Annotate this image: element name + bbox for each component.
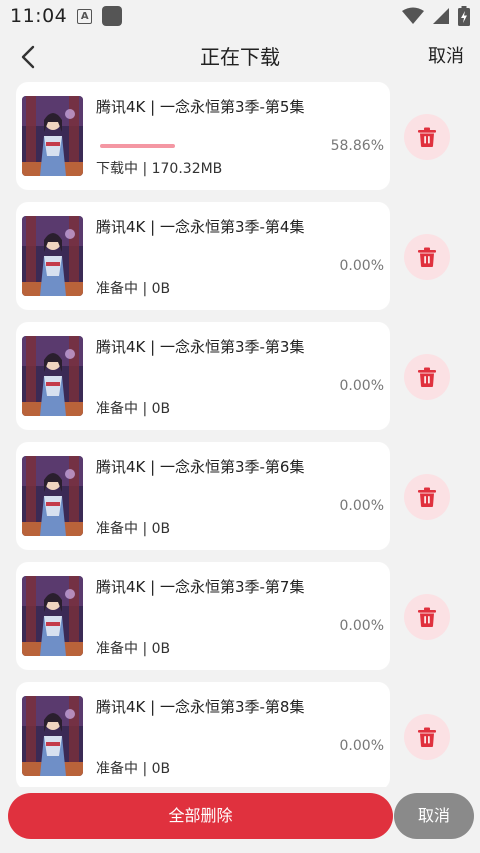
- signal-icon: [433, 8, 449, 24]
- download-item: 腾讯4K | 一念永恒第3季-第3集 0.00% 准备中 | 0B: [0, 322, 480, 430]
- download-item: 腾讯4K | 一念永恒第3季-第8集 0.00% 准备中 | 0B: [0, 682, 480, 787]
- status-bar: 11:04 A: [0, 0, 480, 32]
- app-header: 正在下载 取消: [0, 32, 480, 82]
- download-status: 准备中 | 0B: [96, 401, 171, 417]
- episode-title: 腾讯4K | 一念永恒第3季-第5集: [96, 98, 305, 116]
- download-percent: 0.00%: [339, 618, 384, 634]
- trash-icon: [417, 607, 437, 627]
- episode-thumbnail: [22, 96, 83, 176]
- notification-square-icon: [102, 6, 123, 26]
- download-card[interactable]: 腾讯4K | 一念永恒第3季-第4集 0.00% 准备中 | 0B: [16, 202, 390, 310]
- trash-icon: [417, 367, 437, 387]
- download-status: 准备中 | 0B: [96, 761, 171, 777]
- delete-button[interactable]: [404, 474, 450, 520]
- progress-bar: [100, 384, 228, 388]
- download-card[interactable]: 腾讯4K | 一念永恒第3季-第5集 58.86% 下载中 | 170.32MB: [16, 82, 390, 190]
- download-item: 腾讯4K | 一念永恒第3季-第7集 0.00% 准备中 | 0B: [0, 562, 480, 670]
- progress-bar: [100, 624, 228, 628]
- notification-letter-icon: A: [77, 8, 93, 24]
- episode-title: 腾讯4K | 一念永恒第3季-第8集: [96, 698, 305, 716]
- wifi-icon: [402, 7, 424, 24]
- status-indicators: [402, 6, 470, 26]
- download-percent: 0.00%: [339, 738, 384, 754]
- progress-bar: [100, 744, 228, 748]
- download-list[interactable]: 腾讯4K | 一念永恒第3季-第5集 58.86% 下载中 | 170.32MB…: [0, 82, 480, 787]
- episode-thumbnail: [22, 696, 83, 776]
- header-cancel-button[interactable]: 取消: [428, 32, 464, 82]
- download-card[interactable]: 腾讯4K | 一念永恒第3季-第3集 0.00% 准备中 | 0B: [16, 322, 390, 430]
- status-time: 11:04: [10, 5, 68, 27]
- download-status: 准备中 | 0B: [96, 521, 171, 537]
- episode-thumbnail: [22, 216, 83, 296]
- episode-title: 腾讯4K | 一念永恒第3季-第7集: [96, 578, 305, 596]
- download-card[interactable]: 腾讯4K | 一念永恒第3季-第6集 0.00% 准备中 | 0B: [16, 442, 390, 550]
- bottom-action-bar: 全部删除 取消: [0, 787, 480, 853]
- delete-button[interactable]: [404, 714, 450, 760]
- delete-button[interactable]: [404, 594, 450, 640]
- trash-icon: [417, 247, 437, 267]
- download-percent: 0.00%: [339, 378, 384, 394]
- download-card[interactable]: 腾讯4K | 一念永恒第3季-第8集 0.00% 准备中 | 0B: [16, 682, 390, 787]
- download-item: 腾讯4K | 一念永恒第3季-第5集 58.86% 下载中 | 170.32MB: [0, 82, 480, 190]
- download-item: 腾讯4K | 一念永恒第3季-第6集 0.00% 准备中 | 0B: [0, 442, 480, 550]
- delete-button[interactable]: [404, 114, 450, 160]
- download-percent: 58.86%: [330, 138, 384, 154]
- progress-bar: [100, 504, 228, 508]
- episode-thumbnail: [22, 336, 83, 416]
- progress-bar: [100, 264, 228, 268]
- chevron-left-icon: [21, 45, 35, 69]
- download-status: 准备中 | 0B: [96, 641, 171, 657]
- page-title: 正在下载: [200, 45, 280, 69]
- episode-title: 腾讯4K | 一念永恒第3季-第4集: [96, 218, 305, 236]
- download-percent: 0.00%: [339, 258, 384, 274]
- download-card[interactable]: 腾讯4K | 一念永恒第3季-第7集 0.00% 准备中 | 0B: [16, 562, 390, 670]
- episode-thumbnail: [22, 456, 83, 536]
- progress-bar: [100, 144, 228, 148]
- cancel-button[interactable]: 取消: [394, 793, 474, 839]
- download-item: 腾讯4K | 一念永恒第3季-第4集 0.00% 准备中 | 0B: [0, 202, 480, 310]
- battery-icon: [458, 6, 470, 26]
- back-button[interactable]: [14, 42, 42, 72]
- progress-fill: [100, 144, 176, 148]
- delete-all-button[interactable]: 全部删除: [8, 793, 393, 839]
- delete-button[interactable]: [404, 354, 450, 400]
- trash-icon: [417, 727, 437, 747]
- trash-icon: [417, 127, 437, 147]
- download-status: 下载中 | 170.32MB: [96, 161, 223, 177]
- episode-title: 腾讯4K | 一念永恒第3季-第6集: [96, 458, 305, 476]
- episode-title: 腾讯4K | 一念永恒第3季-第3集: [96, 338, 305, 356]
- trash-icon: [417, 487, 437, 507]
- episode-thumbnail: [22, 576, 83, 656]
- download-percent: 0.00%: [339, 498, 384, 514]
- download-status: 准备中 | 0B: [96, 281, 171, 297]
- delete-button[interactable]: [404, 234, 450, 280]
